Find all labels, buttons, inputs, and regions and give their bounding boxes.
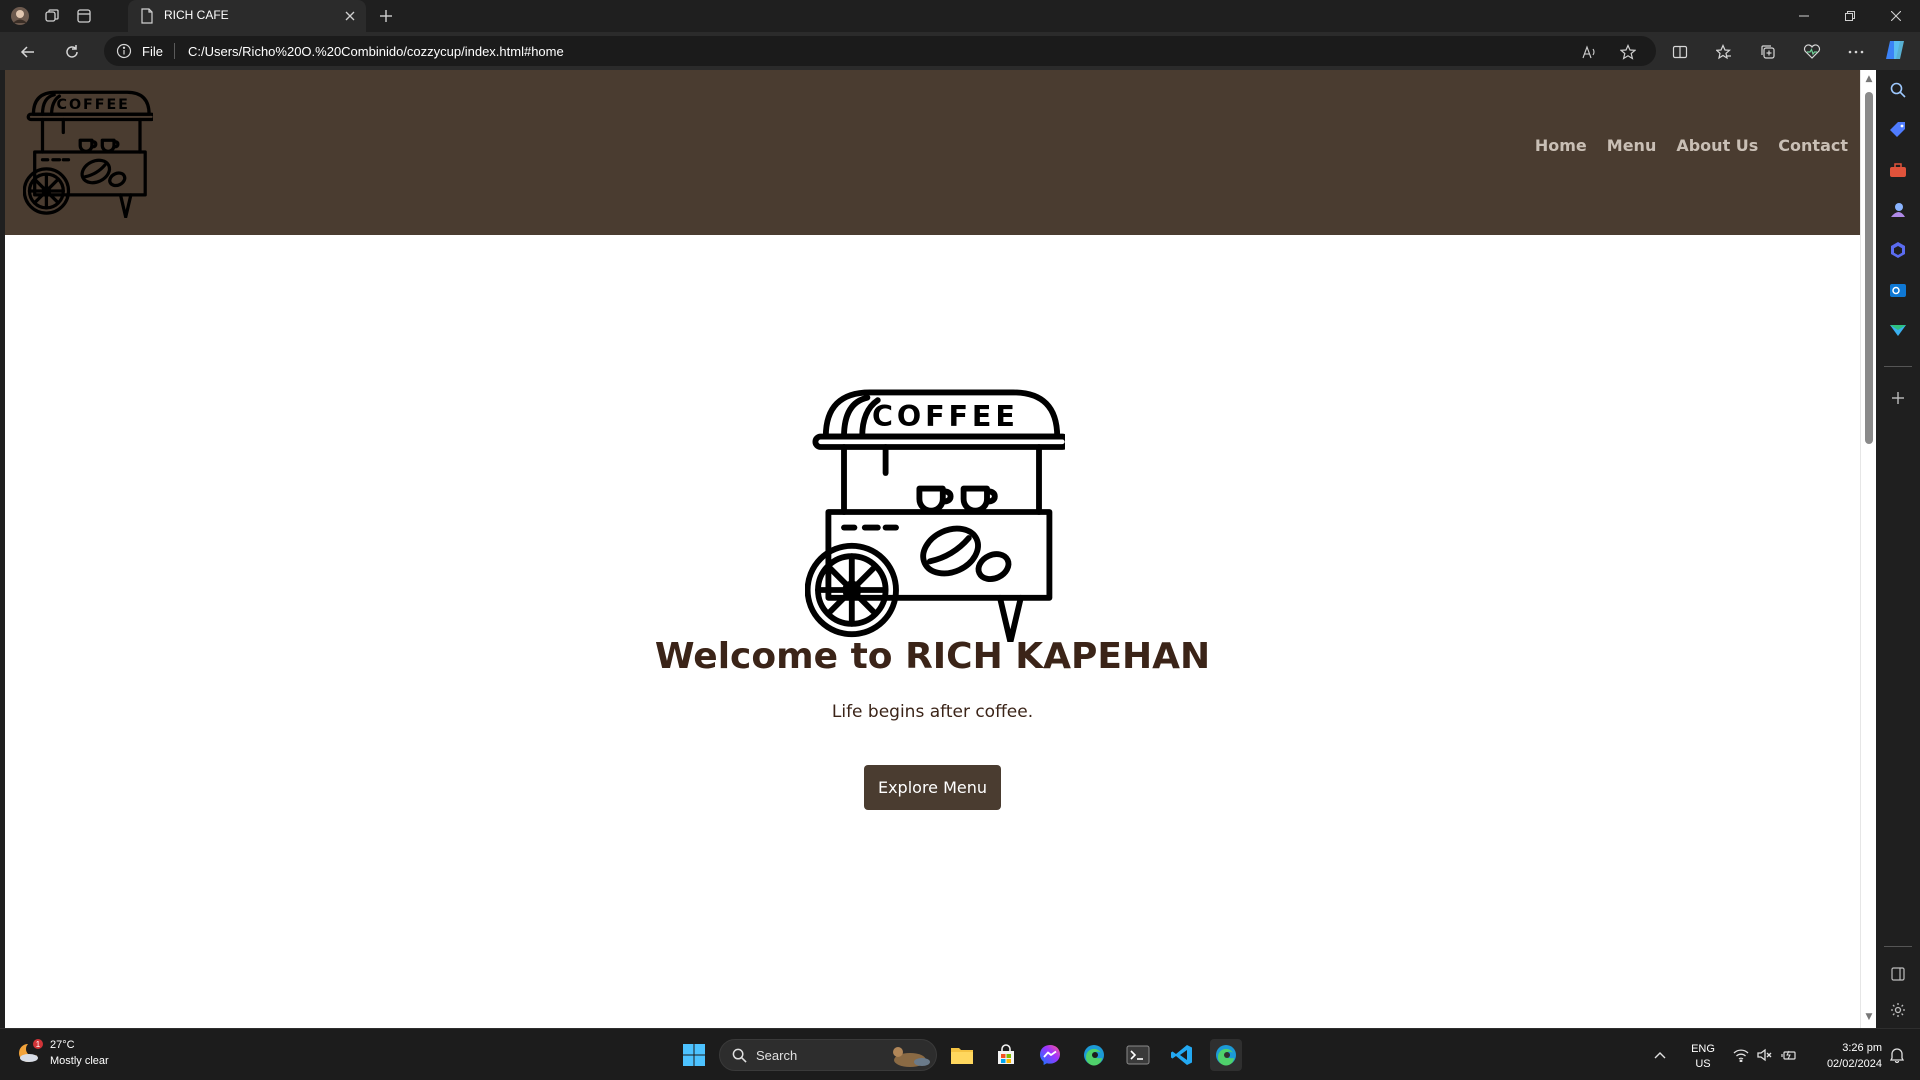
address-divider: [174, 43, 175, 59]
battery-icon[interactable]: [1778, 1039, 1800, 1071]
edge-sidebar: [1876, 70, 1920, 1028]
new-tab-icon[interactable]: [374, 4, 398, 28]
sidebar-divider: [1884, 366, 1912, 367]
browser-toolbar: File C:/Users/Richo%20O.%20Combinido/coz…: [0, 32, 1920, 70]
back-icon[interactable]: [14, 38, 42, 66]
tools-icon[interactable]: [1886, 158, 1910, 182]
page-scrollbar[interactable]: ▲ ▼: [1860, 70, 1876, 1028]
hero-subtitle: Life begins after coffee.: [831, 702, 1034, 722]
site-info-icon[interactable]: [116, 43, 132, 63]
active-tab[interactable]: RICH CAFE: [128, 0, 366, 32]
search-label: Search: [756, 1048, 798, 1063]
minimize-icon[interactable]: [1782, 0, 1826, 32]
sidebar-divider: [1884, 946, 1912, 947]
copilot-icon[interactable]: [1884, 38, 1908, 62]
address-bar[interactable]: File C:/Users/Richo%20O.%20Combinido/coz…: [104, 36, 1656, 66]
scroll-up-icon[interactable]: ▲: [1864, 74, 1874, 84]
refresh-icon[interactable]: [58, 38, 86, 66]
language-line2[interactable]: US: [1690, 1058, 1716, 1070]
document-icon: [140, 8, 154, 28]
nav-menu[interactable]: Menu: [1607, 136, 1657, 155]
favorites-icon[interactable]: [1712, 40, 1736, 64]
address-scheme-label: File: [142, 44, 163, 59]
collections-icon[interactable]: [1756, 40, 1780, 64]
search-icon: [732, 1048, 747, 1067]
weather-badge: 1: [36, 1040, 41, 1049]
volume-muted-icon[interactable]: [1754, 1039, 1776, 1071]
games-icon[interactable]: [1886, 198, 1910, 222]
notification-bell-icon[interactable]: [1886, 1039, 1908, 1071]
file-explorer-icon[interactable]: [946, 1039, 978, 1071]
scroll-thumb[interactable]: [1865, 92, 1873, 444]
taskbar-search[interactable]: Search: [719, 1039, 937, 1071]
nav-contact[interactable]: Contact: [1778, 136, 1848, 155]
logo-text: COFFEE: [57, 97, 130, 113]
explore-menu-button[interactable]: Explore Menu: [864, 765, 1001, 810]
read-aloud-icon[interactable]: [1578, 42, 1602, 62]
nav-about-us[interactable]: About Us: [1676, 136, 1758, 155]
clock-date[interactable]: 02/02/2024: [1808, 1058, 1882, 1070]
workspaces-icon[interactable]: [40, 4, 64, 28]
windows-taskbar: 1 27°C Mostly clear Search ENG US 3:26 p…: [0, 1028, 1920, 1080]
windows-start-icon[interactable]: [678, 1039, 710, 1071]
weather-desc: Mostly clear: [50, 1055, 109, 1067]
site-header: COFFEE Home Menu About Us Contact: [5, 70, 1860, 235]
terminal-icon[interactable]: [1122, 1039, 1154, 1071]
site-nav: Home Menu About Us Contact: [1535, 136, 1848, 155]
nav-home[interactable]: Home: [1535, 136, 1587, 155]
favorite-star-icon[interactable]: [1616, 42, 1640, 62]
browser-essentials-icon[interactable]: [1800, 40, 1824, 64]
hero-coffee-cart-logo: COFFEE: [805, 389, 1065, 642]
messenger-icon[interactable]: [1034, 1039, 1066, 1071]
vscode-icon[interactable]: [1166, 1039, 1198, 1071]
browser-tab-bar: RICH CAFE: [0, 0, 1920, 32]
page-viewport: COFFEE Home Menu About Us Contact COFFEE…: [5, 70, 1860, 1028]
edge-active-icon[interactable]: [1210, 1039, 1242, 1071]
outlook-icon[interactable]: [1886, 278, 1910, 302]
language-line1[interactable]: ENG: [1690, 1043, 1716, 1055]
close-tab-icon[interactable]: [340, 6, 360, 26]
restore-icon[interactable]: [1828, 0, 1872, 32]
weather-temp: 27°C: [50, 1039, 75, 1051]
tab-actions-icon[interactable]: [72, 4, 96, 28]
settings-gear-icon[interactable]: [1886, 998, 1910, 1022]
add-icon[interactable]: [1886, 386, 1910, 410]
hero-logo-text: COFFEE: [872, 399, 1019, 433]
clock-time[interactable]: 3:26 pm: [1818, 1042, 1882, 1054]
tab-title: RICH CAFE: [164, 8, 229, 22]
split-screen-icon[interactable]: [1668, 40, 1692, 64]
shopping-tag-icon[interactable]: [1886, 118, 1910, 142]
coffee-cart-logo[interactable]: COFFEE: [23, 86, 153, 218]
search-highlight-icon: [886, 1042, 932, 1074]
microsoft-365-icon[interactable]: [1886, 238, 1910, 262]
close-window-icon[interactable]: [1874, 0, 1918, 32]
address-url[interactable]: C:/Users/Richo%20O.%20Combinido/cozzycup…: [188, 44, 564, 59]
wifi-icon[interactable]: [1730, 1039, 1752, 1071]
edge-icon[interactable]: [1078, 1039, 1110, 1071]
scroll-down-icon[interactable]: ▼: [1864, 1012, 1874, 1022]
hide-sidebar-icon[interactable]: [1886, 962, 1910, 986]
hero-title: Welcome to RICH KAPEHAN: [654, 636, 1211, 677]
search-icon[interactable]: [1886, 78, 1910, 102]
drop-icon[interactable]: [1886, 318, 1910, 342]
chevron-up-icon[interactable]: [1650, 1039, 1670, 1071]
weather-widget[interactable]: 1 27°C Mostly clear: [16, 1039, 109, 1069]
profile-avatar-icon[interactable]: [8, 4, 32, 28]
microsoft-store-icon[interactable]: [990, 1039, 1022, 1071]
more-options-icon[interactable]: [1844, 40, 1868, 64]
weather-moon-icon: 1: [19, 1039, 43, 1062]
